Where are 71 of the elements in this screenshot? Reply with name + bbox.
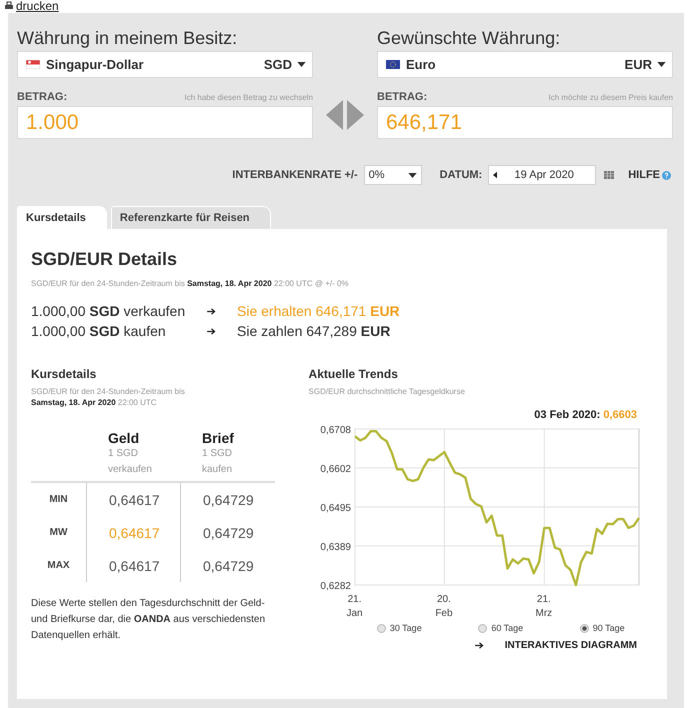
amount-hint: Ich möchte zu diesem Preis kaufen (548, 93, 673, 102)
tab[interactable]: Referenzkarte für Reisen (110, 206, 271, 229)
row-label: MIN (48, 493, 69, 507)
table-cell: 0,64729 (180, 549, 274, 582)
x-tick-label: 21. Jan (345, 593, 364, 621)
range-radio[interactable]: 30 Tage (376, 623, 422, 633)
swap-arrows-icon[interactable] (326, 100, 364, 130)
interbank-rate-label: INTERBANKENRATE +/- (232, 169, 358, 181)
print-link[interactable]: drucken (4, 0, 59, 12)
range-radio[interactable]: 90 Tage (580, 623, 625, 633)
caret-icon (408, 172, 417, 178)
row-label: MW (48, 526, 68, 540)
table-cell: 0,64617 (86, 483, 180, 516)
y-tick-label: 0,6708 (320, 425, 351, 436)
table-cell: 0,64617 (86, 549, 180, 582)
x-tick-label: 21. Mrz (534, 593, 554, 621)
radio-icon[interactable] (478, 624, 488, 632)
conversion-action: 1.000,00 SGD kaufen (31, 323, 167, 339)
help-link[interactable]: HILFE (628, 169, 660, 181)
previous-day-icon[interactable] (493, 171, 498, 179)
radio-icon[interactable] (580, 624, 589, 632)
y-tick-label: 0,6602 (320, 464, 351, 475)
flag-icon (386, 60, 400, 69)
column-subtitle: 1 SGD kaufen (202, 447, 234, 477)
radio-icon[interactable] (376, 624, 386, 632)
rates-note: Diese Werte stellen den Tagesdurchschnitt der Geld- und Briefkurse dar, die OANDA aus verschiedensten Datenquellen erhält. (31, 597, 266, 643)
details-subtitle: SGD/EUR für den 24-Stunden-Zeitraum bis Samstag, 18. Apr 2020 22:00 UTC @ +/- 0% (31, 279, 350, 288)
date-field[interactable]: 19 Apr 2020 (488, 165, 596, 185)
printer-icon (4, 1, 14, 11)
y-tick-label: 0,6389 (320, 542, 351, 553)
amount-label: BETRAG: (377, 91, 428, 103)
interactive-chart-link[interactable]: INTERAKTIVES DIAGRAMM (504, 640, 637, 651)
conversion-result: Sie erhalten 646,171 EUR (237, 303, 400, 319)
trends-subtitle: SGD/EUR durchschnittliche Tagesgeldkurse (308, 386, 466, 397)
arrow-icon (207, 308, 216, 314)
date-label: DATUM: (440, 169, 482, 181)
tab[interactable]: Kursdetails (17, 206, 107, 229)
currency-select[interactable]: Singapur-Dollar SGD (17, 51, 313, 78)
amount-label: BETRAG: (17, 91, 68, 103)
rates-title: Kursdetails (31, 367, 98, 381)
flag-icon (26, 60, 40, 69)
readout-date: 03 Feb 2020: (534, 409, 600, 421)
rate-select[interactable]: 0% (364, 165, 422, 185)
table-cell: 0,64729 (180, 516, 274, 549)
column-subtitle: 1 SGD verkaufen (108, 447, 153, 477)
caret-icon (657, 62, 666, 67)
table-cell: 0,64729 (180, 483, 274, 516)
caret-icon (297, 62, 306, 67)
arrow-icon (207, 328, 216, 334)
x-tick-label: 20. Feb (434, 593, 454, 621)
currency-heading: Gewünschte Währung: (377, 28, 562, 49)
conversion-result: Sie zahlen 647,289 EUR (237, 323, 390, 339)
readout-value: 0,6603 (603, 409, 637, 421)
calendar-icon[interactable] (604, 171, 614, 179)
currency-select[interactable]: Euro EUR (377, 51, 673, 78)
help-icon[interactable] (662, 170, 671, 180)
range-radio[interactable]: 60 Tage (478, 623, 524, 633)
y-tick-label: 0,6282 (320, 581, 351, 591)
details-title: SGD/EUR Details (31, 249, 178, 270)
column-title: Brief (202, 430, 235, 446)
currency-heading: Währung in meinem Besitz: (17, 28, 238, 49)
rates-subtitle: SGD/EUR für den 24-Stunden-Zeitraum bis (31, 386, 186, 397)
y-tick-label: 0,6495 (320, 503, 351, 514)
arrow-icon (474, 642, 484, 649)
conversion-action: 1.000,00 SGD verkaufen (31, 303, 186, 319)
row-label: MAX (46, 559, 71, 573)
table-cell: 0,64617 (86, 516, 180, 549)
amount-hint: Ich habe diesen Betrag zu wechseln (184, 93, 313, 102)
rates-date: Samstag, 18. Apr 2020 22:00 UTC (31, 397, 158, 408)
column-title: Geld (108, 430, 140, 446)
trends-title: Aktuelle Trends (308, 367, 399, 381)
